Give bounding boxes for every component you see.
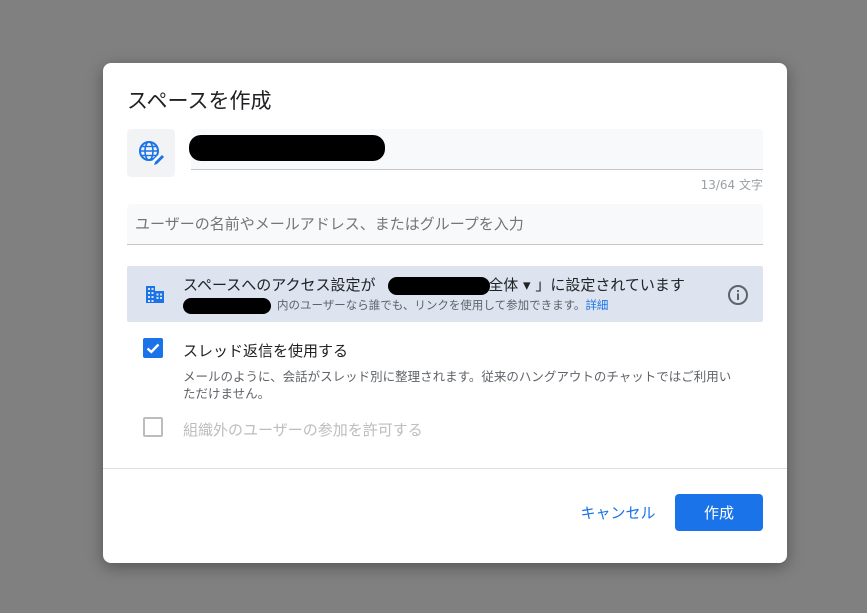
redacted-space-name: [189, 135, 385, 161]
threaded-replies-checkbox[interactable]: [143, 338, 163, 358]
redacted-org-name: [388, 276, 491, 295]
checkmark-icon: [146, 343, 160, 354]
space-name-input[interactable]: [189, 129, 763, 170]
learn-more-link[interactable]: 詳細: [585, 298, 608, 312]
threaded-replies-description: メールのように、会話がスレッド別に整理されます。従来のハングアウトのチャットでは…: [183, 369, 732, 401]
dialog-title: スペースを作成: [127, 89, 272, 113]
threaded-replies-label[interactable]: スレッド返信を使用する: [183, 340, 348, 361]
access-suffix: 」に設定されています: [535, 276, 685, 294]
access-setting-text: スペースへのアクセス設定が 全体 ▾ 」に設定されています: [183, 274, 685, 295]
globe-edit-icon: [139, 141, 164, 165]
chevron-down-icon: ▾: [523, 276, 531, 294]
space-emoji-button[interactable]: [127, 129, 175, 177]
character-counter: 13/64 文字: [700, 178, 763, 192]
access-prefix: スペースへのアクセス設定が: [183, 276, 376, 294]
create-button[interactable]: 作成: [675, 494, 763, 531]
redacted-org-name-2: [183, 297, 271, 314]
access-description: 内のユーザーなら誰でも、リンクを使用して参加できます。詳細: [183, 297, 608, 314]
info-icon[interactable]: [727, 284, 749, 306]
external-users-checkbox[interactable]: [143, 417, 163, 437]
people-search-input[interactable]: [127, 204, 763, 244]
access-description-text: 内のユーザーなら誰でも、リンクを使用して参加できます。: [277, 298, 586, 312]
cancel-button[interactable]: キャンセル: [573, 494, 663, 530]
people-field[interactable]: [127, 204, 763, 245]
building-icon: [146, 286, 164, 303]
footer-divider: [103, 468, 787, 469]
access-dropdown[interactable]: 全体 ▾: [488, 276, 530, 294]
create-space-dialog: スペースを作成 13/64 文字 ユーザーの名前やメールアドレス、またはグループ…: [103, 63, 787, 563]
access-org-label: 全体: [488, 276, 519, 294]
access-settings-banner: スペースへのアクセス設定が 全体 ▾ 」に設定されています 内のユーザーなら誰で…: [127, 266, 763, 322]
external-users-label: 組織外のユーザーの参加を許可する: [183, 421, 423, 439]
